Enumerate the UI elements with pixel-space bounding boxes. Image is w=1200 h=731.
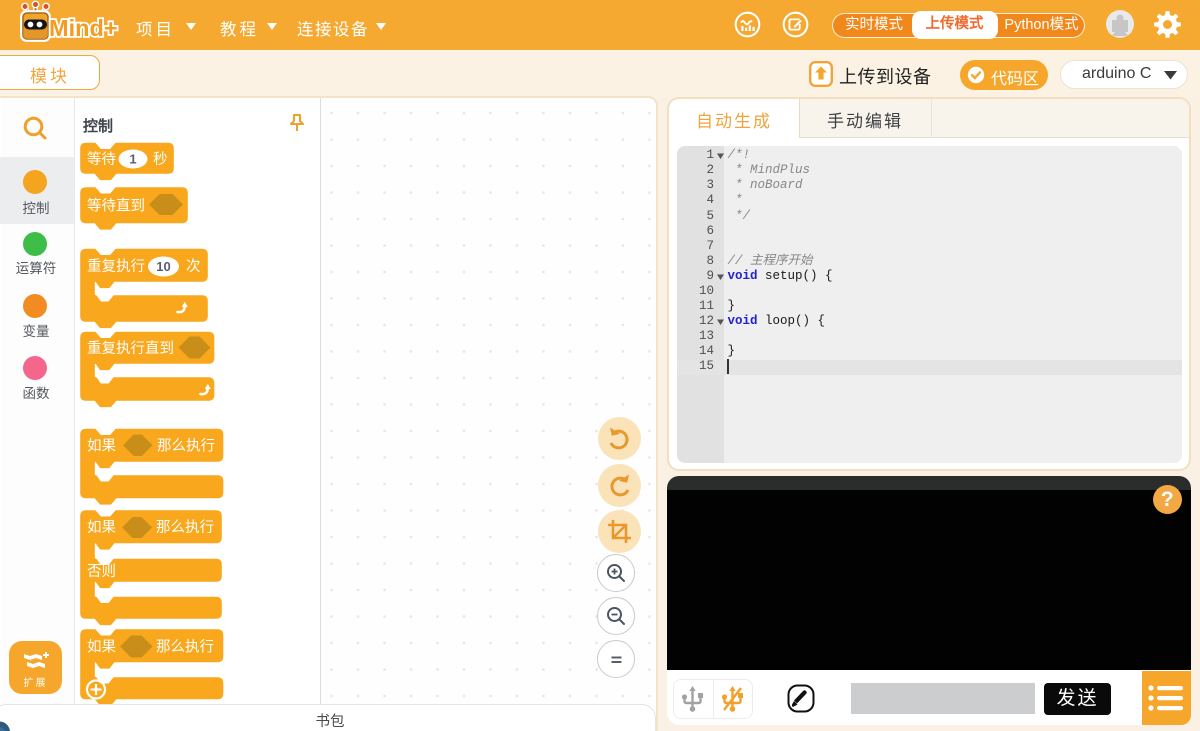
svg-text:1: 1 [129, 152, 136, 167]
svg-text:如果: 如果 [87, 636, 116, 657]
svg-text:秒: 秒 [153, 148, 168, 169]
svg-text:等待直到: 等待直到 [87, 195, 145, 216]
svg-text:那么执行: 那么执行 [156, 636, 214, 657]
svg-text:那么执行: 那么执行 [156, 516, 214, 537]
svg-text:重复执行: 重复执行 [87, 255, 145, 276]
svg-text:等待: 等待 [87, 148, 116, 169]
svg-text:10: 10 [156, 259, 170, 274]
svg-text:那么执行: 那么执行 [157, 435, 215, 456]
svg-text:否则: 否则 [87, 560, 116, 581]
svg-text:次: 次 [186, 255, 201, 276]
svg-text:如果: 如果 [87, 435, 116, 456]
svg-text:如果: 如果 [87, 516, 116, 537]
svg-text:Mind+: Mind+ [49, 15, 118, 41]
svg-text:重复执行直到: 重复执行直到 [87, 337, 174, 358]
